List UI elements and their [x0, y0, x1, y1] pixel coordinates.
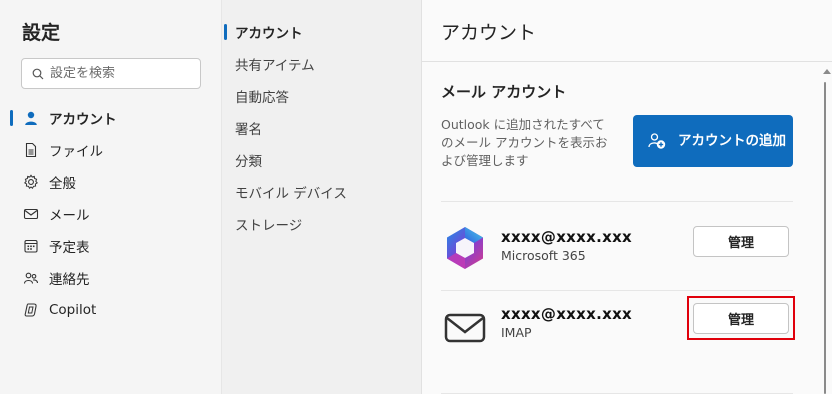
search-icon: [32, 68, 44, 79]
nav-item-label: 予定表: [49, 240, 90, 256]
panel-divider: [421, 61, 832, 62]
microsoft365-icon: [447, 227, 483, 269]
gear-icon: [22, 173, 40, 191]
account-type: Microsoft 365: [501, 248, 586, 263]
settings-nav: アカウント ファイル 全般 メール 予定表 連絡先 Copilot: [0, 102, 221, 326]
manage-button[interactable]: 管理: [693, 226, 789, 257]
nav-item-label: アカウント: [49, 112, 117, 128]
nav-item-files[interactable]: ファイル: [0, 134, 221, 166]
subnav-item-mobile-devices[interactable]: モバイル デバイス: [235, 176, 415, 208]
nav-item-contacts[interactable]: 連絡先: [0, 262, 221, 294]
nav-item-copilot[interactable]: Copilot: [0, 294, 221, 326]
subnav-item-categories[interactable]: 分類: [235, 144, 415, 176]
search-input[interactable]: [50, 66, 190, 81]
document-icon: [22, 141, 40, 159]
section-title: メール アカウント: [441, 83, 567, 101]
subnav-item-accounts[interactable]: アカウント: [224, 16, 415, 48]
search-box[interactable]: [21, 58, 201, 89]
add-person-icon: [648, 133, 666, 149]
person-icon: [22, 109, 40, 127]
nav-item-label: 全般: [49, 176, 76, 192]
add-account-label: アカウントの追加: [678, 133, 786, 149]
account-type: IMAP: [501, 325, 532, 340]
nav-item-label: Copilot: [49, 302, 97, 318]
copilot-icon: [22, 301, 40, 319]
section-description: Outlook に追加されたすべてのメール アカウントを表示および管理します: [441, 117, 608, 168]
account-row: xxxx@xxxx.xxx Microsoft 365 管理: [441, 202, 793, 290]
account-email: xxxx@xxxx.xxx: [501, 305, 633, 323]
nav-item-label: メール: [49, 208, 90, 224]
nav-item-mail[interactable]: メール: [0, 198, 221, 230]
panel-title: アカウント: [441, 22, 537, 44]
people-icon: [22, 269, 40, 287]
nav-item-label: ファイル: [49, 144, 103, 160]
subnav-item-auto-reply[interactable]: 自動応答: [235, 80, 415, 112]
account-subnav: アカウント 共有アイテム 自動応答 署名 分類 モバイル デバイス ストレージ: [224, 16, 415, 240]
add-account-button[interactable]: アカウントの追加: [633, 115, 793, 167]
scrollbar[interactable]: [818, 62, 832, 394]
mail-icon: [444, 313, 486, 343]
nav-item-general[interactable]: 全般: [0, 166, 221, 198]
scroll-up-arrow-icon[interactable]: [823, 69, 831, 74]
nav-item-calendar[interactable]: 予定表: [0, 230, 221, 262]
nav-item-label: 連絡先: [49, 272, 90, 288]
highlight-box: [687, 296, 795, 340]
scrollbar-thumb[interactable]: [824, 82, 826, 394]
settings-title: 設定: [22, 22, 61, 44]
subnav-item-storage[interactable]: ストレージ: [235, 208, 415, 240]
subnav-item-signature[interactable]: 署名: [235, 112, 415, 144]
account-email: xxxx@xxxx.xxx: [501, 228, 633, 246]
nav-item-account[interactable]: アカウント: [0, 102, 221, 134]
mail-icon: [22, 205, 40, 223]
subnav-item-shared[interactable]: 共有アイテム: [235, 48, 415, 80]
calendar-icon: [22, 237, 40, 255]
